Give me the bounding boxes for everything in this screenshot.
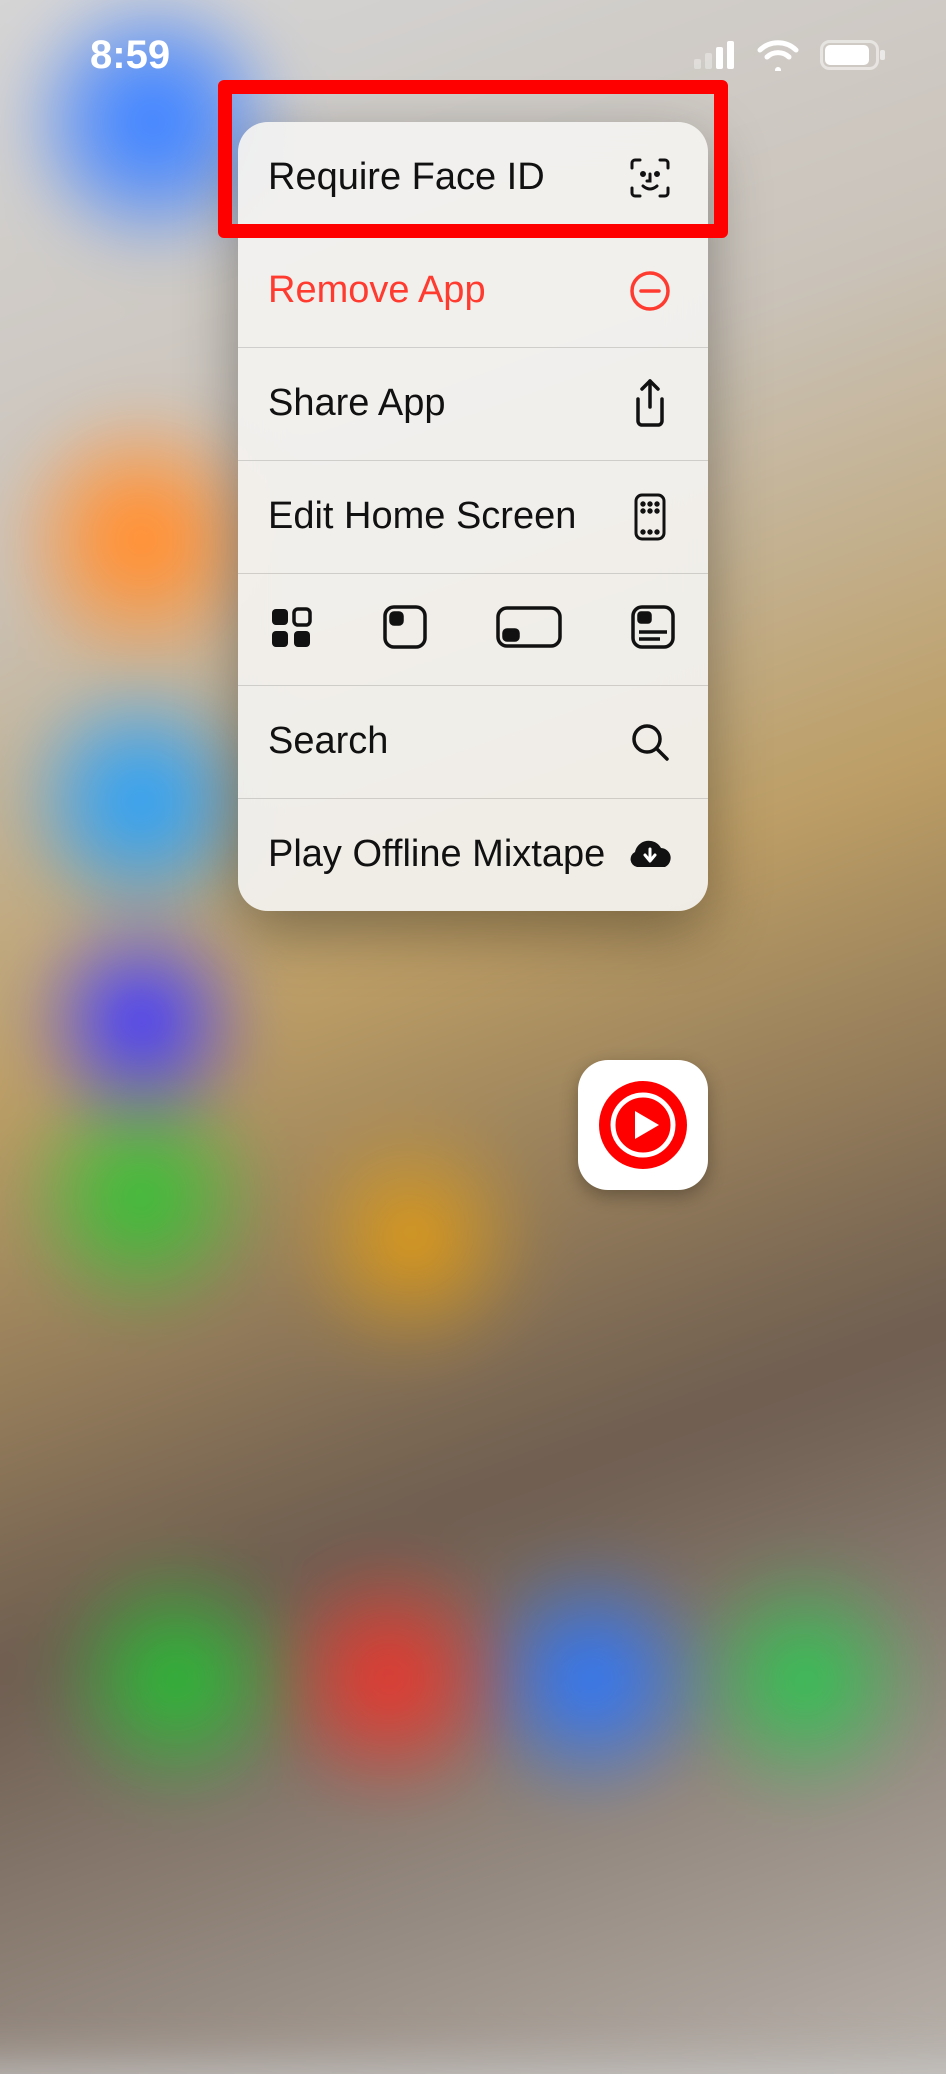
- menu-label: Play Offline Mixtape: [268, 833, 622, 877]
- widget-size-small-icon[interactable]: [380, 602, 430, 657]
- search-icon: [622, 721, 678, 763]
- widget-size-grid-icon[interactable]: [268, 603, 316, 656]
- youtube-music-app-icon[interactable]: [578, 1060, 708, 1190]
- menu-item-search[interactable]: Search: [238, 686, 708, 799]
- status-icons: [694, 39, 886, 71]
- menu-item-play-offline-mixtape[interactable]: Play Offline Mixtape: [238, 799, 708, 911]
- cloud-download-icon: [622, 837, 678, 873]
- menu-label: Remove App: [268, 269, 622, 313]
- menu-item-edit-home-screen[interactable]: Edit Home Screen: [238, 461, 708, 574]
- remove-circle-icon: [622, 269, 678, 313]
- battery-icon: [820, 40, 886, 70]
- menu-label: Edit Home Screen: [268, 495, 622, 539]
- status-time: 8:59: [90, 33, 170, 78]
- face-id-icon: [622, 156, 678, 200]
- status-bar: 8:59: [0, 0, 946, 110]
- widget-size-large-icon[interactable]: [628, 602, 678, 657]
- menu-label: Require Face ID: [268, 156, 622, 200]
- share-icon: [622, 379, 678, 429]
- wifi-icon: [756, 39, 800, 71]
- menu-label: Share App: [268, 382, 622, 426]
- app-context-menu: Require Face ID Remove App Share App: [238, 122, 708, 911]
- menu-item-require-face-id[interactable]: Require Face ID: [238, 122, 708, 235]
- menu-item-remove-app[interactable]: Remove App: [238, 235, 708, 348]
- widget-size-medium-icon[interactable]: [494, 604, 564, 655]
- menu-label: Search: [268, 720, 622, 764]
- widget-size-row: [238, 574, 708, 686]
- menu-item-share-app[interactable]: Share App: [238, 348, 708, 461]
- apps-phone-icon: [622, 492, 678, 542]
- cellular-signal-icon: [694, 41, 736, 69]
